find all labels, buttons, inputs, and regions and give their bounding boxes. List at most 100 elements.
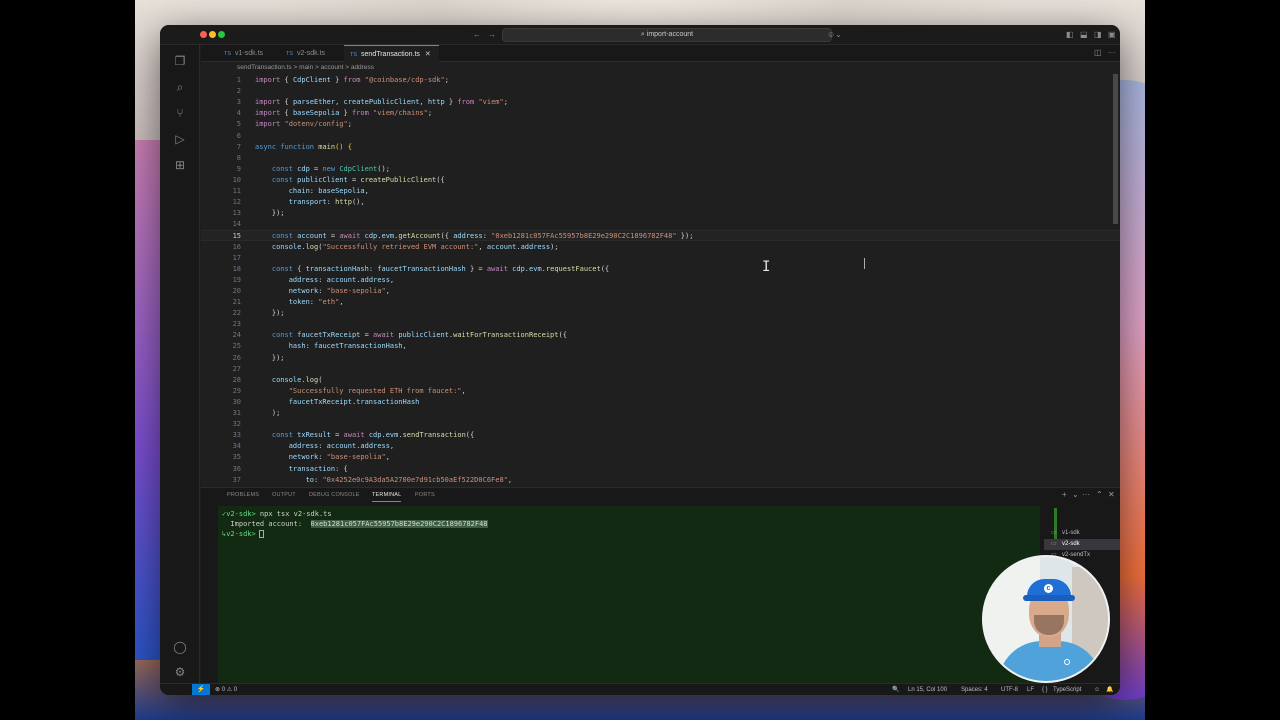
chevron-right-icon: > [293,64,298,71]
extensions-icon[interactable]: ⊞ [172,157,188,173]
line-number: 1 [236,76,241,84]
add-terminal-icon[interactable]: + [1062,490,1067,500]
terminal-selected-address[interactable]: 0xeb1281c057FAc55957b8E29e290C2C1896782F… [310,520,488,528]
tab-terminal[interactable]: TERMINAL [372,488,402,502]
panel-tabs: PROBLEMS OUTPUT DEBUG CONSOLE TERMINAL P… [201,488,1120,502]
maximize-panel-icon[interactable]: ⌃ [1096,490,1103,500]
breadcrumb-file[interactable]: sendTransaction.ts [237,64,292,71]
line-number: 24 [232,331,241,340]
tab-debug-console[interactable]: DEBUG CONSOLE [309,488,360,502]
notifications-bell-icon[interactable]: 🔔 [1106,684,1113,695]
settings-gear-icon[interactable]: ⚙ [172,664,188,680]
terminal-item-label: v1-sdk [1062,530,1080,536]
line-number: 25 [232,342,241,351]
typescript-file-icon: TS [350,52,358,58]
code-text: "Successfully requested ETH from faucet:… [288,386,466,395]
breadcrumb-function[interactable]: main [299,64,313,71]
tab-sendtransaction[interactable]: TS sendTransaction.ts ✕ [344,45,439,62]
code-line: 5 import "dotenv/config"; [201,119,1120,130]
code-line: 23 [201,319,1120,330]
code-line: 3 import { parseEther, createPublicClient… [201,97,1120,108]
source-control-icon[interactable]: ⑂ [172,105,188,121]
close-panel-icon[interactable]: ✕ [1108,490,1115,500]
tab-problems[interactable]: PROBLEMS [227,488,259,502]
tab-ports[interactable]: PORTS [415,488,435,502]
account-icon[interactable]: ◯ [172,639,188,655]
code-line: 15 const account = await cdp.evm.getAcco… [201,230,1120,242]
code-line: 14 [201,219,1120,230]
editor-scrollbar[interactable] [1113,74,1118,224]
code-line: 21 token: "eth", [201,297,1120,308]
code-line: 28 console.log( [201,375,1120,386]
terminal-line: ↳v2-sdk> [222,529,264,539]
zoom-window-button[interactable] [218,31,225,38]
problems-count[interactable]: ⊗ 0 ⚠ 0 [215,684,237,695]
terminal-line: Imported account: 0xeb1281c057FAc55957b8… [222,519,488,529]
line-number: 2 [236,87,241,96]
code-line: 26 }); [201,353,1120,364]
toggle-panel-icon[interactable]: ⬓ [1080,30,1088,40]
typescript-file-icon: TS [286,51,294,57]
language-mode[interactable]: TypeScript [1053,684,1081,695]
terminal-view[interactable]: ✓v2-sdk> npx tsx v2-sdk.ts Imported acco… [218,506,1057,684]
command-center-search[interactable]: ⌕ import-account [502,28,832,42]
customize-layout-icon[interactable]: ▣ [1108,30,1116,40]
line-number: 10 [232,175,241,184]
line-number: 20 [232,286,241,295]
code-line: 18 const { transactionHash: faucetTransa… [201,264,1120,275]
code-line: 11 chain: baseSepolia, [201,186,1120,197]
line-number: 34 [232,442,241,451]
tab-v2-sdk[interactable]: TS v2-sdk.ts [280,45,344,62]
line-number: 12 [232,198,241,207]
copilot-icon[interactable]: ☺⌄ [827,30,842,40]
explorer-icon[interactable]: ❐ [172,53,188,69]
more-actions-icon[interactable]: ··· [1108,48,1116,58]
line-number: 28 [232,375,241,384]
toggle-primary-sidebar-icon[interactable]: ◧ [1066,30,1074,40]
breadcrumb-variable[interactable]: account [321,64,344,71]
line-number: 33 [232,431,241,440]
back-arrow-icon[interactable]: ← [473,30,481,40]
code-text: chain: baseSepolia, [288,187,369,195]
line-number: 19 [232,275,241,284]
zoom-search-icon[interactable]: 🔍 [892,684,899,695]
encoding[interactable]: UTF-8 [1001,684,1018,695]
toggle-secondary-sidebar-icon[interactable]: ◨ [1094,30,1102,40]
terminal-item-v2-sdk[interactable]: ▭ v2-sdk [1044,539,1120,550]
terminal-icon: ▭ [1051,541,1057,547]
cursor-position[interactable]: Ln 15, Col 100 [908,684,947,695]
close-window-button[interactable] [200,31,207,38]
presenter-cap-brim [1023,595,1075,601]
code-line: 22 }); [201,308,1120,319]
code-line: 36 transaction: { [201,464,1120,475]
code-line: 17 [201,253,1120,264]
code-line: 9 const cdp = new CdpClient(); [201,164,1120,175]
code-text: transport: http(), [288,198,365,207]
line-ending[interactable]: LF [1027,684,1034,695]
run-debug-icon[interactable]: ▷ [172,131,188,147]
terminal-item-v1-sdk[interactable]: ▭ v1-sdk [1044,528,1120,539]
breadcrumb-property[interactable]: address [351,64,374,71]
tab-output[interactable]: OUTPUT [272,488,296,502]
remote-indicator[interactable]: ⚡ [192,684,210,695]
tab-v1-sdk[interactable]: TS v1-sdk.ts [218,45,280,62]
shirt-logo-icon [1064,659,1070,665]
code-line: 30 faucetTxReceipt.transactionHash [201,397,1120,408]
code-line: 27 [201,364,1120,375]
code-editor[interactable]: 1 import { CdpClient } from "@coinbase/cd… [201,74,1120,487]
code-line: 13 }); [201,208,1120,219]
split-editor-icon[interactable]: ◫ [1094,48,1102,58]
chevron-down-icon[interactable]: ⌄ [1072,490,1079,500]
forward-arrow-icon[interactable]: → [488,30,496,40]
terminal-item-label: v2-sendTx [1062,552,1091,558]
line-number: 23 [232,320,241,329]
minimize-window-button[interactable] [209,31,216,38]
feedback-icon[interactable]: ☺ [1094,684,1100,695]
coinbase-logo-icon: c [1044,584,1053,593]
close-tab-icon[interactable]: ✕ [425,51,431,58]
code-line: 31 ); [201,408,1120,419]
indentation[interactable]: Spaces: 4 [961,684,988,695]
more-actions-icon[interactable]: ··· [1082,490,1090,500]
line-number: 22 [232,309,241,318]
search-icon[interactable]: ⌕ [172,79,188,95]
